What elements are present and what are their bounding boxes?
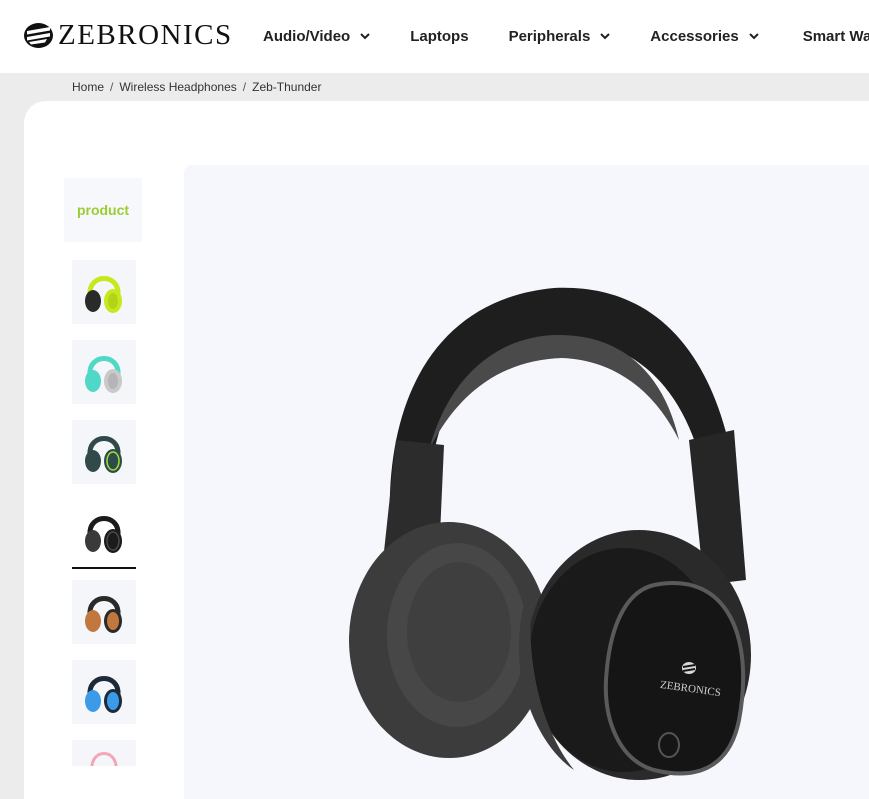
thumbnail-teal-grey[interactable] bbox=[72, 340, 136, 404]
breadcrumb-home[interactable]: Home bbox=[72, 80, 104, 94]
nav-label: Smart Watch bbox=[802, 28, 869, 45]
nav-accessories[interactable]: Accessories bbox=[650, 28, 759, 45]
breadcrumb-separator: / bbox=[110, 80, 114, 94]
nav-label: Audio/Video bbox=[263, 28, 351, 45]
gallery-label-tile[interactable]: product bbox=[64, 178, 142, 242]
selected-thumbnail-indicator bbox=[72, 567, 136, 569]
nav-peripherals[interactable]: Peripherals bbox=[509, 28, 611, 45]
breadcrumb: Home / Wireless Headphones / Zeb-Thunder bbox=[72, 80, 321, 94]
main-product-image[interactable]: ZEBRONICS bbox=[184, 165, 869, 799]
headphone-thumb-icon bbox=[90, 752, 118, 766]
thumbnail-blue[interactable] bbox=[72, 660, 136, 724]
headphone-thumb-icon bbox=[85, 436, 122, 473]
chevron-down-icon bbox=[360, 33, 370, 40]
nav-audio-video[interactable]: Audio/Video bbox=[263, 28, 370, 45]
main-nav: Audio/Video Laptops Peripherals Accessor… bbox=[263, 0, 869, 73]
brand-logo[interactable]: ZEBRONICS bbox=[23, 21, 233, 50]
chevron-down-icon bbox=[748, 33, 759, 40]
brand-name: ZEBRONICS bbox=[58, 19, 233, 51]
headphone-thumb-icon bbox=[85, 276, 122, 313]
thumbnail-brown[interactable] bbox=[72, 580, 136, 644]
breadcrumb-current: Zeb-Thunder bbox=[252, 80, 322, 94]
headphone-thumb-icon bbox=[85, 596, 122, 633]
headphone-main-image: ZEBRONICS bbox=[349, 287, 751, 780]
nav-laptops[interactable]: Laptops bbox=[410, 28, 468, 45]
nav-label: Accessories bbox=[650, 28, 739, 45]
chevron-down-icon bbox=[600, 33, 611, 40]
site-header: ZEBRONICS Audio/Video Laptops Peripheral… bbox=[0, 0, 869, 73]
thumbnail-neon-yellow[interactable] bbox=[72, 260, 136, 324]
thumbnail-dark-teal[interactable] bbox=[72, 420, 136, 484]
headphone-thumb-icon bbox=[85, 676, 122, 713]
thumbnail-black[interactable] bbox=[72, 500, 136, 564]
breadcrumb-separator: / bbox=[242, 80, 247, 94]
nav-smart-watch[interactable]: Smart Watch bbox=[803, 28, 869, 45]
zebra-logo-icon bbox=[24, 23, 53, 48]
plate-logo-mark bbox=[682, 662, 696, 674]
headphone-thumb-icon bbox=[85, 356, 122, 393]
breadcrumb-wireless-headphones[interactable]: Wireless Headphones bbox=[119, 80, 236, 94]
nav-label: Laptops bbox=[410, 28, 469, 45]
thumbnail-pink[interactable] bbox=[72, 740, 136, 766]
headphone-thumb-icon bbox=[85, 516, 122, 553]
nav-label: Peripherals bbox=[508, 28, 591, 45]
